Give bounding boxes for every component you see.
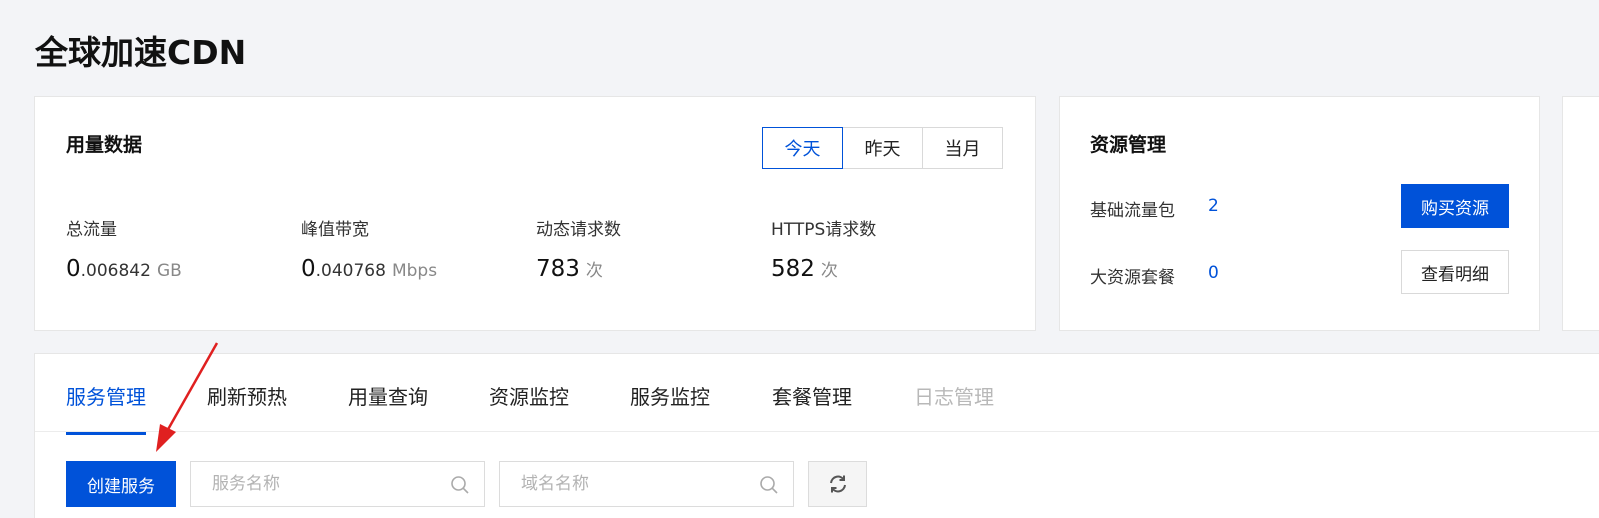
resource-count-link[interactable]: 2: [1208, 196, 1219, 216]
tab-resource-monitoring[interactable]: 资源监控: [489, 381, 569, 432]
metric-unit: 次: [820, 261, 838, 281]
metric-value-frac: .006842: [80, 261, 151, 281]
resource-count-link[interactable]: 0: [1208, 263, 1219, 283]
usage-card: 用量数据 今天 昨天 当月 总流量 0.006842 GB 峰值带宽 0.0407…: [34, 96, 1036, 331]
metric-total-traffic: 总流量 0.006842 GB: [66, 215, 182, 282]
resource-label: 大资源套餐: [1090, 268, 1175, 288]
metric-value-int: 783: [536, 256, 580, 282]
metric-value-int: 582: [771, 256, 815, 282]
service-name-search-input[interactable]: [191, 462, 431, 506]
domain-name-search-input[interactable]: [500, 462, 740, 506]
period-selector: 今天 昨天 当月: [762, 127, 1003, 169]
metric-unit: Mbps: [391, 261, 438, 281]
create-service-button[interactable]: 创建服务: [66, 461, 176, 507]
refresh-icon: [829, 475, 846, 493]
metric-value-int: 0: [301, 256, 316, 282]
basic-traffic-package-row: 基础流量包 2: [1090, 196, 1219, 221]
period-yesterday-button[interactable]: 昨天: [842, 127, 923, 169]
tab-usage-query[interactable]: 用量查询: [348, 381, 428, 432]
tab-package-management[interactable]: 套餐管理: [772, 381, 852, 432]
tab-service-monitoring[interactable]: 服务监控: [630, 381, 710, 432]
service-name-search: [190, 461, 485, 507]
resource-label: 基础流量包: [1090, 201, 1175, 221]
resource-card-title: 资源管理: [1090, 134, 1167, 156]
metric-https-requests: HTTPS请求数 582 次: [771, 215, 876, 282]
period-month-button[interactable]: 当月: [922, 127, 1003, 169]
service-management-panel: 服务管理 刷新预热 用量查询 资源监控 服务监控 套餐管理 日志管理 创建服务: [34, 353, 1599, 518]
refresh-button[interactable]: [808, 461, 867, 507]
partial-card: [1562, 96, 1599, 331]
page-title: 全球加速CDN: [35, 33, 247, 72]
tab-log-management: 日志管理: [914, 385, 994, 409]
search-icon[interactable]: [759, 475, 779, 495]
view-details-button[interactable]: 查看明细: [1401, 250, 1509, 294]
metric-dynamic-requests: 动态请求数 783 次: [536, 215, 621, 282]
large-resource-package-row: 大资源套餐 0: [1090, 263, 1219, 288]
metric-label: 峰值带宽: [301, 220, 369, 240]
search-icon[interactable]: [450, 475, 470, 495]
buy-resource-button[interactable]: 购买资源: [1401, 184, 1509, 228]
usage-card-title: 用量数据: [66, 134, 143, 156]
metric-unit: GB: [156, 261, 182, 281]
tab-refresh-prefetch[interactable]: 刷新预热: [207, 381, 287, 432]
metric-peak-bandwidth: 峰值带宽 0.040768 Mbps: [301, 215, 437, 282]
resource-card: 资源管理 基础流量包 2 大资源套餐 0 购买资源 查看明细: [1059, 96, 1540, 331]
metric-value-frac: .040768: [315, 261, 386, 281]
tab-service-management[interactable]: 服务管理: [66, 381, 146, 435]
tab-bar: 服务管理 刷新预热 用量查询 资源监控 服务监控 套餐管理 日志管理: [35, 354, 1599, 435]
metric-unit: 次: [585, 261, 603, 281]
period-today-button[interactable]: 今天: [762, 127, 843, 169]
metric-value-int: 0: [66, 256, 81, 282]
metric-label: HTTPS请求数: [771, 220, 877, 240]
domain-name-search: [499, 461, 794, 507]
metric-label: 动态请求数: [536, 220, 621, 240]
metric-label: 总流量: [66, 220, 117, 240]
